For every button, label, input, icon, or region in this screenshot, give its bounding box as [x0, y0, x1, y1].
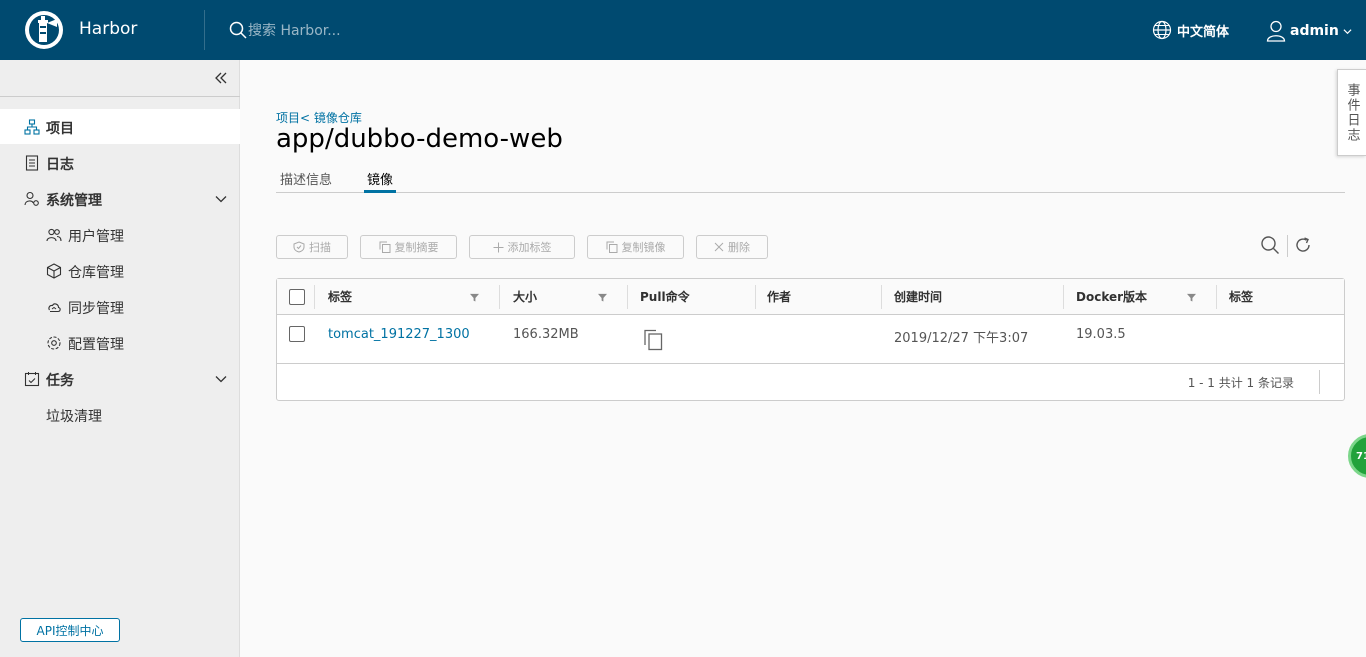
header-divider — [204, 10, 205, 50]
delete-label: 删除 — [728, 241, 750, 254]
brand-name[interactable]: Harbor — [79, 19, 137, 39]
filter-icon[interactable] — [598, 293, 607, 302]
chevron-down-icon — [1343, 28, 1352, 34]
copy-icon — [379, 241, 390, 253]
select-all-checkbox[interactable] — [289, 289, 305, 305]
sidebar-item-configuration[interactable]: 配置管理 — [0, 325, 240, 360]
user-gear-icon — [24, 191, 39, 206]
api-explorer-button[interactable]: API控制中心 — [20, 618, 120, 642]
created-cell: 2019/12/27 下午3:07 — [894, 331, 1029, 346]
sidebar-item-logs[interactable]: 日志 — [0, 145, 240, 180]
plus-icon — [493, 242, 503, 252]
column-header-size[interactable]: 大小 — [513, 288, 537, 305]
filter-icon[interactable] — [1187, 293, 1196, 302]
row-checkbox[interactable] — [289, 326, 305, 342]
sidebar-item-projects[interactable]: 项目 — [0, 109, 240, 144]
shield-icon — [293, 241, 305, 253]
sidebar-item-label: 系统管理 — [46, 193, 102, 209]
sidebar-item-garbage-collection[interactable]: 垃圾清理 — [0, 397, 240, 432]
copy-image-label: 复制镜像 — [621, 241, 666, 254]
harbor-logo-icon[interactable] — [24, 10, 64, 50]
filter-icon[interactable] — [470, 293, 479, 302]
toolbar-divider — [1287, 235, 1288, 257]
sidebar-item-label: 垃圾清理 — [46, 409, 102, 425]
sidebar-item-label: 日志 — [46, 157, 74, 173]
column-separator — [1216, 285, 1217, 309]
column-separator — [1063, 285, 1064, 309]
search-icon[interactable] — [1260, 235, 1280, 255]
sidebar: 项目 日志 系统管理 用户管理 仓库管理 同步管理 配置管理 任务 垃圾清理 A… — [0, 60, 240, 657]
sitemap-icon — [24, 119, 40, 135]
floating-badge[interactable]: 71 — [1348, 434, 1366, 478]
sidebar-item-label: 项目 — [46, 121, 74, 137]
sidebar-item-label: 配置管理 — [68, 337, 124, 353]
sidebar-divider — [0, 96, 240, 97]
copy-digest-button[interactable]: 复制摘要 — [360, 235, 457, 259]
language-selector[interactable]: 中文简体 — [1152, 20, 1229, 40]
column-header-pull-command[interactable]: Pull命令 — [640, 288, 690, 305]
add-label-label: 添加标签 — [507, 241, 552, 254]
scan-label: 扫描 — [309, 241, 331, 254]
globe-icon — [1152, 20, 1172, 40]
tab-description[interactable]: 描述信息 — [280, 169, 332, 193]
sidebar-item-registry-management[interactable]: 仓库管理 — [0, 253, 240, 288]
copy-pull-command-icon[interactable] — [643, 329, 663, 351]
cube-icon — [46, 263, 62, 279]
add-label-button[interactable]: 添加标签 — [469, 235, 575, 259]
search-icon — [229, 21, 247, 39]
user-icon — [1266, 20, 1286, 42]
username: admin — [1290, 23, 1339, 39]
column-separator — [499, 285, 500, 309]
delete-button[interactable]: 删除 — [696, 235, 768, 259]
sidebar-item-tasks[interactable]: 任务 — [0, 361, 240, 396]
column-header-created[interactable]: 创建时间 — [894, 288, 942, 305]
docker-version-cell: 19.03.5 — [1076, 327, 1126, 342]
column-header-labels[interactable]: 标签 — [1229, 288, 1253, 305]
footer-divider — [1319, 370, 1320, 394]
top-header: Harbor 中文简体 admin — [0, 0, 1366, 60]
column-separator — [755, 285, 756, 309]
column-separator — [881, 285, 882, 309]
double-chevron-left-icon[interactable] — [213, 70, 229, 86]
calendar-check-icon — [24, 372, 40, 387]
column-header-author[interactable]: 作者 — [767, 288, 791, 305]
user-menu[interactable]: admin — [1266, 20, 1352, 42]
sidebar-item-label: 任务 — [46, 373, 74, 389]
sidebar-item-system-admin[interactable]: 系统管理 — [0, 181, 240, 216]
close-icon — [714, 242, 724, 252]
chevron-down-icon — [215, 196, 227, 203]
table-header: 标签 大小 Pull命令 作者 创建时间 Docker版本 标签 — [277, 279, 1344, 315]
refresh-icon[interactable] — [1293, 235, 1313, 255]
scan-button[interactable]: 扫描 — [276, 235, 348, 259]
sidebar-item-label: 同步管理 — [68, 301, 124, 317]
event-log-label: 事件日志 — [1344, 82, 1360, 143]
chevron-down-icon — [215, 376, 227, 383]
copy-digest-label: 复制摘要 — [394, 241, 439, 254]
sidebar-item-replication[interactable]: 同步管理 — [0, 289, 240, 324]
copy-icon — [606, 241, 617, 253]
event-log-tab[interactable]: 事件日志 — [1337, 69, 1366, 156]
column-header-tag[interactable]: 标签 — [328, 288, 352, 305]
sidebar-item-user-management[interactable]: 用户管理 — [0, 217, 240, 252]
tab-images[interactable]: 镜像 — [364, 169, 397, 193]
users-icon — [46, 228, 62, 242]
language-label: 中文简体 — [1177, 24, 1230, 40]
log-icon — [25, 155, 39, 171]
gear-icon — [47, 336, 61, 350]
column-separator — [314, 285, 315, 309]
image-tags-table: 标签 大小 Pull命令 作者 创建时间 Docker版本 标签 tomcat_… — [276, 278, 1345, 401]
column-header-docker-version[interactable]: Docker版本 — [1076, 288, 1147, 305]
table-row[interactable]: tomcat_191227_1300 166.32MB 2019/12/27 下… — [277, 316, 1344, 364]
cloud-sync-icon — [48, 303, 61, 313]
column-separator — [627, 285, 628, 309]
copy-image-button[interactable]: 复制镜像 — [587, 235, 684, 259]
page-title: app/dubbo-demo-web — [276, 124, 563, 154]
pagination-summary: 1 - 1 共计 1 条记录 — [1187, 376, 1294, 390]
global-search-input[interactable] — [248, 20, 548, 42]
sidebar-item-label: 用户管理 — [68, 229, 124, 245]
tag-link[interactable]: tomcat_191227_1300 — [328, 327, 470, 342]
size-cell: 166.32MB — [513, 327, 579, 342]
sidebar-item-label: 仓库管理 — [68, 265, 124, 281]
tab-bar: 描述信息 镜像 — [276, 162, 1345, 193]
